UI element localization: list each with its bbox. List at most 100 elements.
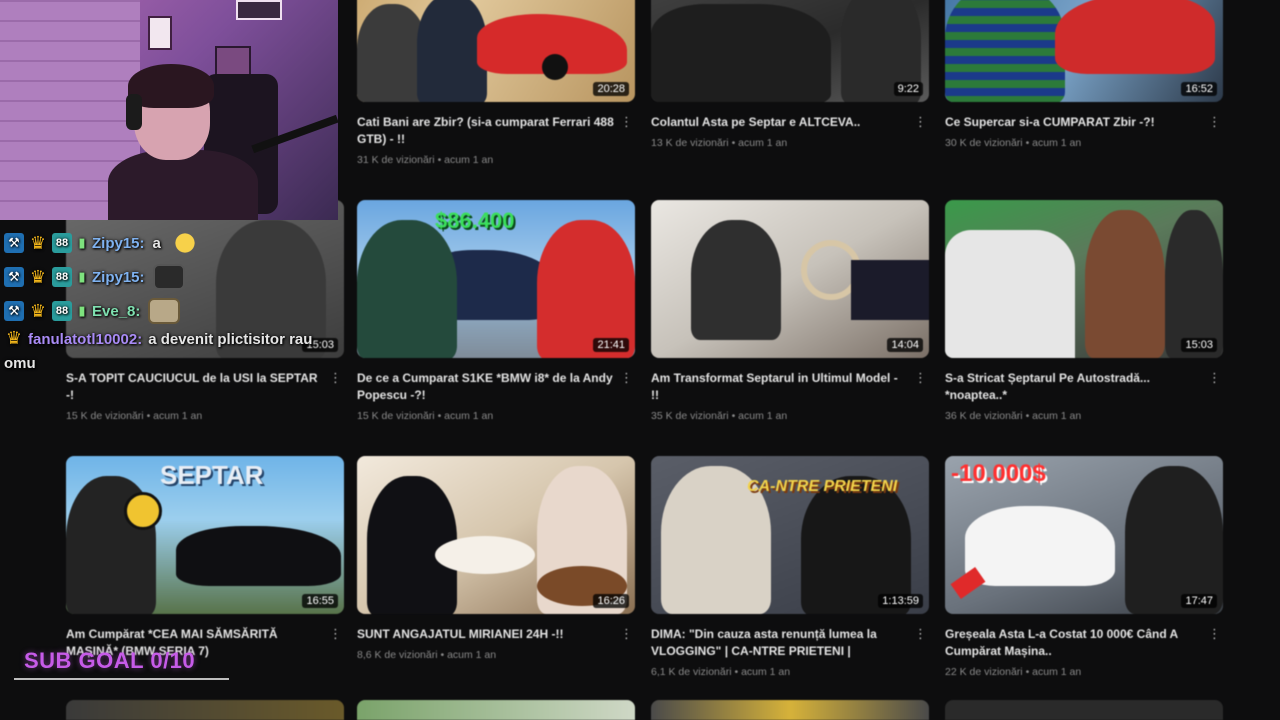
video-thumbnail[interactable]: 20:28 [357, 0, 635, 102]
video-card[interactable]: 14:04 Am Transformat Septarul in Ultimul… [651, 200, 929, 422]
video-meta: 22 K de vizionări • acum 1 an [945, 666, 1082, 678]
more-options-icon[interactable]: ⋮ [914, 114, 927, 130]
headset-icon [126, 94, 142, 130]
video-thumbnail[interactable] [66, 700, 344, 720]
more-options-icon[interactable]: ⋮ [620, 626, 633, 642]
more-options-icon[interactable]: ⋮ [914, 370, 927, 386]
thumbnail-overlay-text: CA-NTRE PRIETENI [747, 478, 898, 495]
wall-sign [148, 16, 172, 50]
more-options-icon[interactable]: ⋮ [914, 626, 927, 642]
video-thumbnail[interactable]: -10.000$ 17:47 [945, 456, 1223, 614]
video-title[interactable]: S-a Stricat Șeptarul Pe Autostradă... *n… [945, 370, 1203, 404]
video-card[interactable]: CA-NTRE PRIETENI 1:13:59 DIMA: "Din cauz… [651, 456, 929, 678]
webcam-overlay [0, 0, 338, 220]
video-thumbnail[interactable]: SEPTAR 16:55 [66, 456, 344, 614]
video-card[interactable]: 16:52 Ce Supercar si-a CUMPARAT Zbir -?!… [945, 0, 1223, 149]
chat-text: a [152, 234, 161, 252]
battery-badge-icon: ▮ [78, 269, 86, 284]
video-meta: 6,1 K de vizionări • acum 1 an [651, 666, 791, 678]
chat-username[interactable]: Eve_8: [92, 303, 140, 320]
more-options-icon[interactable]: ⋮ [620, 114, 633, 130]
moderator-badge-icon: ⚒ [4, 301, 24, 321]
video-title[interactable]: Colantul Asta pe Septar e ALTCEVA.. [651, 114, 909, 131]
thumbnail-overlay-text: $86.400 [435, 208, 515, 233]
chat-username[interactable]: fanulatotl10002: [28, 331, 142, 348]
video-meta: 13 K de vizionări • acum 1 an [651, 137, 788, 149]
video-meta: 15 K de vizionări • acum 1 an [66, 410, 203, 422]
more-options-icon[interactable]: ⋮ [329, 626, 342, 642]
video-meta: 35 K de vizionări • acum 1 an [651, 410, 788, 422]
emote-icon [168, 230, 201, 256]
chat-username[interactable]: Zipy15: [92, 269, 145, 286]
duration-badge: 16:52 [1181, 82, 1217, 96]
video-meta: 15 K de vizionări • acum 1 an [357, 410, 494, 422]
more-options-icon[interactable]: ⋮ [1208, 370, 1221, 386]
moderator-badge-icon: ⚒ [4, 267, 24, 287]
more-options-icon[interactable]: ⋮ [620, 370, 633, 386]
video-card[interactable]: 16:26 SUNT ANGAJATUL MIRIANEI 24H -!! 8,… [357, 456, 635, 661]
video-thumbnail[interactable]: 14:04 [651, 200, 929, 358]
video-card[interactable]: -10.000$ 17:47 Greșeala Asta L-a Costat … [945, 456, 1223, 678]
sub-badge-icon: 88 [52, 233, 72, 253]
duration-badge: 16:55 [302, 594, 338, 608]
video-meta: 30 K de vizionări • acum 1 an [945, 137, 1082, 149]
video-card[interactable]: $86.400 21:41 De ce a Cumparat S1KE *BMW… [357, 200, 635, 422]
duration-badge: 20:28 [593, 82, 629, 96]
duration-badge: 21:41 [593, 338, 629, 352]
video-card[interactable]: SEPTAR 16:55 Am Cumpărat *CEA MAI SĂMSĂR… [66, 456, 344, 660]
video-thumbnail[interactable] [945, 700, 1223, 720]
more-options-icon[interactable]: ⋮ [1208, 114, 1221, 130]
thumbnail-overlay-text: SEPTAR [160, 460, 264, 490]
emote-icon [148, 298, 181, 324]
thumbnail-overlay-text: -10.000$ [951, 460, 1046, 487]
sub-badge-icon: 88 [52, 301, 72, 321]
video-meta: 31 K de vizionări • acum 1 an [357, 154, 494, 166]
duration-badge: 16:26 [593, 594, 629, 608]
video-thumbnail[interactable] [357, 700, 635, 720]
duration-badge: 14:04 [887, 338, 923, 352]
video-thumbnail[interactable] [651, 700, 929, 720]
video-title[interactable]: De ce a Cumparat S1KE *BMW i8* de la And… [357, 370, 615, 404]
chat-message: ⚒ ♛ 88 ▮ Zipy15: [0, 260, 330, 294]
battery-badge-icon: ▮ [78, 303, 86, 318]
chat-message: ⚒ ♛ 88 ▮ Eve_8: [0, 294, 330, 328]
video-title[interactable]: Greșeala Asta L-a Costat 10 000€ Când A … [945, 626, 1203, 660]
sub-badge-icon: 88 [52, 267, 72, 287]
more-options-icon[interactable]: ⋮ [1208, 626, 1221, 642]
chat-username[interactable]: Zipy15: [92, 235, 145, 252]
video-title[interactable]: Ce Supercar si-a CUMPARAT Zbir -?! [945, 114, 1203, 131]
stream-chat: ⚒ ♛ 88 ▮ Zipy15: a ⚒ ♛ 88 ▮ Zipy15: ⚒ ♛ … [0, 226, 330, 376]
crown-badge-icon: ♛ [5, 328, 23, 348]
video-thumbnail[interactable]: $86.400 21:41 [357, 200, 635, 358]
video-thumbnail[interactable]: 15:03 [945, 200, 1223, 358]
video-title[interactable]: SUNT ANGAJATUL MIRIANEI 24H -!! [357, 626, 615, 643]
video-title[interactable]: Am Transformat Septarul in Ultimul Model… [651, 370, 909, 404]
chat-message: ⚒ ♛ 88 ▮ Zipy15: a [0, 226, 330, 260]
video-thumbnail[interactable]: 9:22 [651, 0, 929, 102]
crown-badge-icon: ♛ [29, 300, 47, 321]
battery-badge-icon: ▮ [78, 235, 86, 250]
video-card[interactable]: 20:28 Cati Bani are Zbir? (si-a cumparat… [357, 0, 635, 166]
duration-badge: 9:22 [893, 82, 923, 96]
moderator-badge-icon: ⚒ [4, 233, 24, 253]
video-meta: 36 K de vizionări • acum 1 an [945, 410, 1082, 422]
picture-frame [236, 0, 282, 20]
video-thumbnail[interactable]: 16:26 [357, 456, 635, 614]
chat-message: ♛ fanulatotl10002: a devenit plictisitor r… [0, 328, 330, 376]
video-card[interactable]: 15:03 S-a Stricat Șeptarul Pe Autostradă… [945, 200, 1223, 422]
emote-icon [152, 264, 185, 290]
more-options-icon[interactable]: ⋮ [329, 370, 342, 386]
duration-badge: 15:03 [1181, 338, 1217, 352]
sub-goal-label: SUB GOAL 0/10 [24, 648, 196, 673]
video-title[interactable]: DIMA: "Din cauza asta renunță lumea la V… [651, 626, 909, 660]
sub-goal-progress-bar [14, 678, 229, 680]
video-meta: 8,6 K de vizionări • acum 1 an [357, 649, 497, 661]
video-title[interactable]: Cati Bani are Zbir? (si-a cumparat Ferra… [357, 114, 615, 148]
video-card[interactable]: 9:22 Colantul Asta pe Septar e ALTCEVA..… [651, 0, 929, 149]
crown-badge-icon: ♛ [29, 232, 47, 253]
streamer-body [108, 150, 258, 220]
duration-badge: 17:47 [1181, 594, 1217, 608]
duration-badge: 1:13:59 [878, 594, 923, 608]
video-thumbnail[interactable]: CA-NTRE PRIETENI 1:13:59 [651, 456, 929, 614]
video-thumbnail[interactable]: 16:52 [945, 0, 1223, 102]
